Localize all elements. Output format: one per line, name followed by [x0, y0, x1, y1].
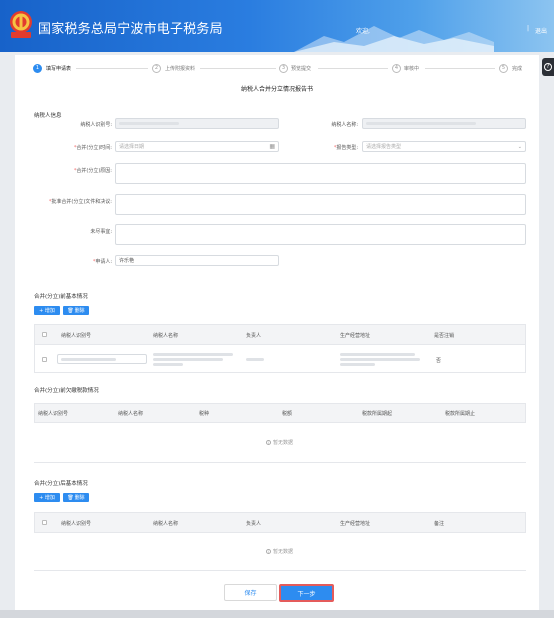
applicant-input[interactable]: 许乐艳 — [115, 255, 279, 266]
step-1-circle: 1 — [33, 64, 42, 73]
section-taxpayer-info: 纳税人信息 — [34, 113, 62, 119]
date-placeholder: 请选择日期 — [119, 144, 145, 150]
logout-link[interactable]: 退出 — [535, 26, 547, 35]
th-taxpayer-id: 纳税人识别号 — [61, 521, 92, 527]
chevron-down-icon: ⌄ — [517, 143, 522, 150]
taxpayer-name-field — [362, 118, 526, 129]
tax-empty-state: i 暂无数据 — [266, 439, 293, 446]
add-row-button[interactable]: + 增加 — [34, 493, 60, 502]
add-row-button[interactable]: + 增加 — [34, 306, 60, 315]
delete-row-button[interactable]: 🗑 删除 — [63, 493, 89, 502]
applicant-label: *申请人: — [92, 259, 112, 265]
welcome-text: 欢迎, — [356, 28, 370, 35]
th-period-end: 税款所属期止 — [445, 411, 476, 417]
th-taxpayer-name: 纳税人名称 — [153, 521, 179, 527]
info-icon: i — [266, 440, 271, 445]
after-empty-state: i 暂无数据 — [266, 548, 293, 555]
step-3-label: 预览提交 — [291, 66, 312, 72]
bottom-scrollbar[interactable] — [0, 610, 554, 618]
step-3-circle: 3 — [279, 64, 288, 73]
row-cancelled: 否 — [436, 358, 442, 364]
step-5-label: 完成 — [512, 66, 523, 72]
tax-section-title: 合并(分立)前欠缴税款情况 — [34, 388, 99, 394]
select-all-checkbox[interactable] — [42, 520, 47, 525]
approval-doc-textarea[interactable] — [115, 194, 526, 215]
step-4-circle: 4 — [392, 64, 401, 73]
select-all-checkbox[interactable] — [42, 332, 47, 337]
tax-emblem-logo — [9, 10, 33, 40]
report-type-select[interactable]: 请选择报告类型 ⌄ — [362, 141, 526, 152]
calendar-icon: ▦ — [269, 143, 275, 150]
row-taxpayer-name — [153, 353, 233, 366]
th-taxpayer-name: 纳税人名称 — [153, 333, 179, 339]
empty-text: 暂无数据 — [273, 549, 294, 555]
th-tax-type: 税种 — [199, 411, 210, 417]
th-person-in-charge: 负责人 — [246, 521, 262, 527]
delete-label: 删除 — [74, 495, 85, 501]
merge-time-label: *合并(分立)时间: — [73, 145, 112, 151]
after-table-header — [34, 512, 526, 533]
approval-doc-label: *批准合并(分立)文件和决议: — [48, 199, 112, 205]
row-taxpayer-id-input[interactable] — [57, 354, 147, 364]
save-button[interactable]: 保存 — [224, 584, 277, 601]
delete-label: 删除 — [74, 308, 85, 314]
step-1-label: 填写申请表 — [46, 66, 72, 72]
step-2-label: 上传附报资料 — [165, 66, 196, 72]
th-taxpayer-id: 纳税人识别号 — [38, 411, 69, 417]
step-connector — [76, 68, 148, 69]
th-person-in-charge: 负责人 — [246, 333, 262, 339]
report-type-label: *报告类型: — [333, 145, 358, 151]
mountain-decoration — [294, 26, 494, 52]
trash-icon: 🗑 — [67, 307, 74, 314]
step-connector — [318, 68, 388, 69]
th-address: 生产经营地址 — [340, 521, 371, 527]
step-connector — [425, 68, 495, 69]
step-2-circle: 2 — [152, 64, 161, 73]
row-checkbox[interactable] — [42, 357, 47, 362]
pending-matters-label: 未尽事宜: — [90, 229, 112, 235]
th-taxpayer-id: 纳税人识别号 — [61, 333, 92, 339]
trash-icon: 🗑 — [67, 494, 74, 501]
merge-time-datepicker[interactable]: 请选择日期 ▦ — [115, 141, 279, 152]
th-period-start: 税款所属期起 — [362, 411, 393, 417]
delete-row-button[interactable]: 🗑 删除 — [63, 306, 89, 315]
th-address: 生产经营地址 — [340, 333, 371, 339]
taxpayer-id-label: 纳税人识别号: — [80, 122, 112, 128]
step-4-label: 审核中 — [404, 66, 420, 72]
merge-reason-label: *合并(分立)原因: — [73, 168, 112, 174]
step-connector — [200, 68, 276, 69]
help-button[interactable]: ? — [542, 58, 554, 76]
row-person-in-charge — [246, 358, 264, 361]
th-tax-amount: 税额 — [282, 411, 293, 417]
before-section-title: 合并(分立)前基本情况 — [34, 294, 88, 300]
form-title: 纳税人合并分立情况报告书 — [240, 86, 313, 93]
th-cancelled: 是否注销 — [434, 333, 455, 339]
merge-reason-textarea[interactable] — [115, 163, 526, 184]
question-icon: ? — [544, 63, 552, 71]
taxpayer-name-label: 纳税人名称: — [331, 122, 358, 128]
empty-text: 暂无数据 — [273, 440, 294, 446]
next-step-button[interactable]: 下一步 — [279, 584, 334, 602]
row-address — [340, 353, 420, 366]
select-placeholder: 请选择报告类型 — [366, 144, 402, 150]
site-title: 国家税务总局宁波市电子税务局 — [38, 22, 223, 37]
after-section-title: 合并(分立)后基本情况 — [34, 481, 88, 487]
th-taxpayer-name: 纳税人名称 — [118, 411, 144, 417]
header-separator: | — [527, 25, 530, 32]
info-icon: i — [266, 549, 271, 554]
th-remark: 备注 — [434, 521, 445, 527]
pending-matters-textarea[interactable] — [115, 224, 526, 245]
step-5-circle: 5 — [499, 64, 508, 73]
taxpayer-id-field — [115, 118, 279, 129]
